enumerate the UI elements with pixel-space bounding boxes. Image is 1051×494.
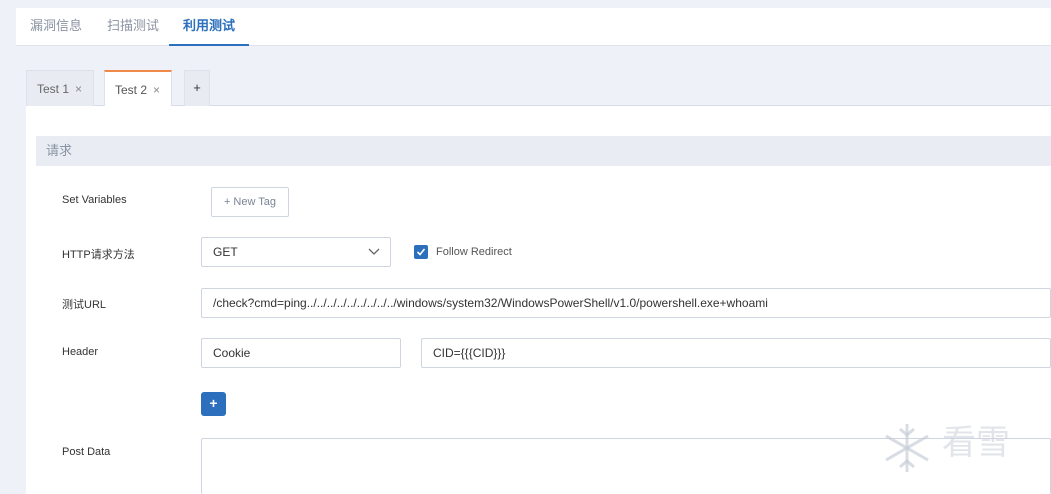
tab-test-1-label: Test 1 <box>37 82 70 96</box>
tab-test-2-label: Test 2 <box>115 83 148 97</box>
snowflake-icon <box>885 424 929 472</box>
tab-scan-test[interactable]: 扫描测试 <box>107 8 159 46</box>
set-variables-label: Set Variables <box>62 194 127 206</box>
new-tag-button[interactable]: + New Tag <box>211 187 289 217</box>
tab-test-1[interactable]: Test 1 × <box>26 70 94 106</box>
http-method-value: GET <box>213 245 238 259</box>
watermark-text: 看雪 <box>942 423 1010 463</box>
tab-test-2[interactable]: Test 2 × <box>104 70 172 106</box>
checkmark-icon <box>416 248 426 256</box>
test-url-input[interactable]: /check?cmd=ping../../../../../../../../.… <box>201 288 1051 318</box>
section-title: 请求 <box>36 136 1051 166</box>
watermark: 看雪 <box>880 415 1040 475</box>
follow-redirect-checkbox[interactable] <box>414 245 428 259</box>
header-label: Header <box>62 346 99 358</box>
top-tab-bar: 漏洞信息 扫描测试 利用测试 <box>16 8 1051 46</box>
close-icon[interactable]: × <box>75 71 82 107</box>
tab-exploit-test[interactable]: 利用测试 <box>169 8 250 46</box>
test-tab-bar: Test 1 × Test 2 × + <box>26 70 1051 106</box>
post-data-label: Post Data <box>62 446 111 458</box>
header-value-input[interactable]: CID={{{CID}}} <box>421 338 1051 368</box>
tab-vulnerability-info[interactable]: 漏洞信息 <box>30 8 82 46</box>
chevron-down-icon <box>368 248 380 255</box>
test-url-label: 测试URL <box>62 299 107 311</box>
close-icon[interactable]: × <box>153 72 160 108</box>
header-name-input[interactable]: Cookie <box>201 338 401 368</box>
follow-redirect-label: Follow Redirect <box>436 246 512 258</box>
add-test-tab-button[interactable]: + <box>184 70 210 106</box>
http-method-select[interactable]: GET <box>201 237 391 267</box>
add-header-button[interactable]: + <box>201 392 226 416</box>
http-method-label: HTTP请求方法 <box>62 249 135 261</box>
